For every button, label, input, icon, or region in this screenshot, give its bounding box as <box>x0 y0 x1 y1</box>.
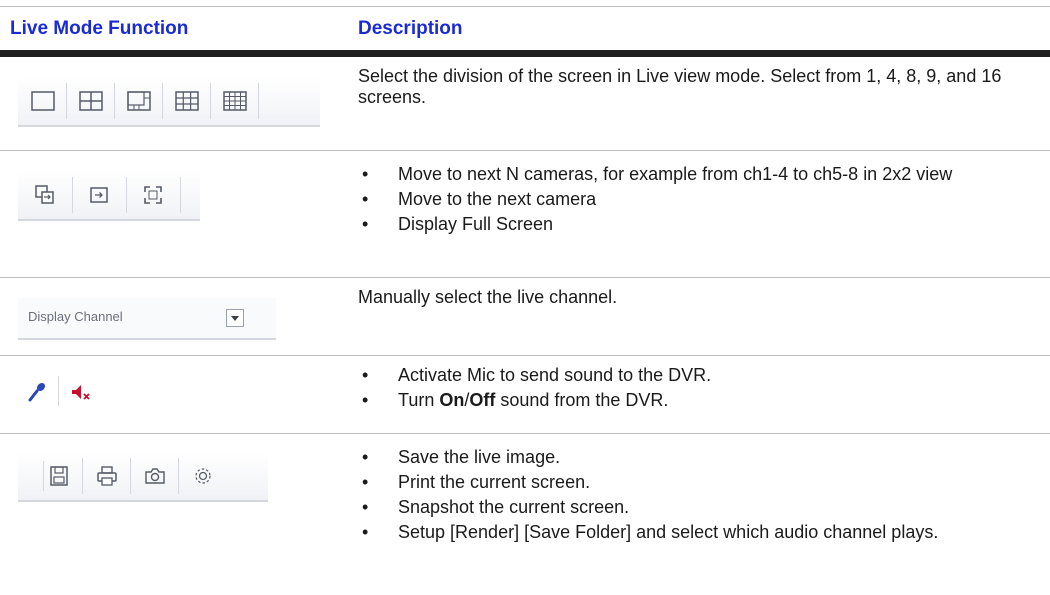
sixteen-screen-icon[interactable] <box>220 87 250 115</box>
bullet-dot: • <box>362 214 369 234</box>
toolbar-separator <box>114 83 115 119</box>
toolbar-separator <box>178 458 179 494</box>
next-group-icon[interactable] <box>30 181 60 209</box>
table-header: Live Mode Function Description <box>0 0 1050 57</box>
table-row: • Save the live image. • Print the current… <box>0 434 1050 595</box>
quad-screen-icon[interactable] <box>76 87 106 115</box>
list-item: • Turn On/Off sound from the DVR. <box>358 390 1028 411</box>
print-icon[interactable] <box>92 462 122 490</box>
table-row: Display Channel Manually select the live… <box>0 278 1050 355</box>
eight-screen-icon[interactable] <box>124 87 154 115</box>
bullet-text: Print the current screen. <box>398 472 591 492</box>
description-text: Manually select the live channel. <box>358 287 618 307</box>
description-text: Select the division of the screen in Liv… <box>358 66 1002 107</box>
header-description: Description <box>358 18 463 39</box>
bullet-list: • Save the live image. • Print the current… <box>358 447 1028 543</box>
bullet-dot: • <box>362 497 369 517</box>
setup-icon[interactable] <box>188 462 218 490</box>
bullet-dot: • <box>362 390 369 410</box>
screen-division-toolbar <box>18 77 320 127</box>
bullet-text: Move to the next camera <box>398 189 597 209</box>
table-row: • Activate Mic to send sound to the DVR. … <box>0 356 1050 433</box>
bullet-text: Move to next N cameras, for example from… <box>398 164 953 184</box>
microphone-icon[interactable] <box>22 378 52 406</box>
save-icon[interactable] <box>44 462 74 490</box>
list-item: • Setup [Render] [Save Folder] and select… <box>358 522 1028 543</box>
list-item: • Print the current screen. <box>358 472 1028 493</box>
row-description: Select the division of the screen in Liv… <box>358 66 1028 108</box>
bullet-text: Save the live image. <box>398 447 561 467</box>
bullet-dot: • <box>362 522 369 542</box>
row-description: Manually select the live channel. <box>358 287 1028 308</box>
bullet-dot: • <box>362 365 369 385</box>
bullet-dot: • <box>362 189 369 209</box>
bullet-text: Turn <box>398 390 440 410</box>
list-item: • Snapshot the current screen. <box>358 497 1028 518</box>
toolbar-separator <box>72 177 73 213</box>
list-item: • Activate Mic to send sound to the DVR. <box>358 365 1028 386</box>
list-item: • Save the live image. <box>358 447 1028 468</box>
navigation-toolbar <box>18 171 200 221</box>
capture-toolbar <box>18 452 268 502</box>
speaker-mute-icon[interactable] <box>66 378 96 406</box>
list-item: • Move to next N cameras, for example fro… <box>358 164 1028 185</box>
bullet-dot: • <box>362 472 369 492</box>
toolbar-separator <box>126 177 127 213</box>
single-screen-icon[interactable] <box>28 87 58 115</box>
row-description: • Save the live image. • Print the current… <box>358 447 1028 547</box>
snapshot-icon[interactable] <box>140 462 170 490</box>
bullet-text: Snapshot the current screen. <box>398 497 630 517</box>
bullet-list: • Activate Mic to send sound to the DVR. … <box>358 365 1028 411</box>
full-screen-icon[interactable] <box>138 181 168 209</box>
header-live-mode-function: Live Mode Function <box>10 18 189 39</box>
bullet-text: Activate Mic to send sound to the DVR. <box>398 365 712 385</box>
list-item: • Move to the next camera <box>358 189 1028 210</box>
toolbar-separator <box>258 83 259 119</box>
list-item: • Display Full Screen <box>358 214 1028 235</box>
dropdown-arrow-icon[interactable] <box>226 309 244 327</box>
bullet-dot: • <box>362 447 369 467</box>
next-camera-icon[interactable] <box>84 181 114 209</box>
table-row: Select the division of the screen in Liv… <box>0 57 1050 150</box>
bullet-text: Display Full Screen <box>398 214 554 234</box>
row-description: • Activate Mic to send sound to the DVR. … <box>358 365 1028 415</box>
toolbar-separator <box>210 83 211 119</box>
toolbar-separator <box>180 177 181 213</box>
toolbar-separator <box>66 83 67 119</box>
bullet-text: Setup [Render] [Save Folder] and select … <box>398 522 939 542</box>
toolbar-separator <box>58 376 59 406</box>
audio-toolbar <box>18 368 124 416</box>
toolbar-separator <box>162 83 163 119</box>
header-bottom-rule <box>0 50 1050 57</box>
toolbar-separator <box>82 458 83 494</box>
bullet-text-tail: sound from the DVR. <box>495 390 669 410</box>
bullet-list: • Move to next N cameras, for example fro… <box>358 164 1028 235</box>
row-description: • Move to next N cameras, for example fro… <box>358 164 1028 239</box>
table-row: • Move to next N cameras, for example fro… <box>0 151 1050 277</box>
display-channel-dropdown[interactable]: Display Channel <box>18 298 276 340</box>
on-label: On <box>439 390 465 410</box>
bullet-dot: • <box>362 164 369 184</box>
dropdown-label: Display Channel <box>28 309 123 324</box>
off-label: Off <box>469 390 496 410</box>
nine-screen-icon[interactable] <box>172 87 202 115</box>
toolbar-separator <box>130 458 131 494</box>
header-top-rule <box>0 6 1050 7</box>
